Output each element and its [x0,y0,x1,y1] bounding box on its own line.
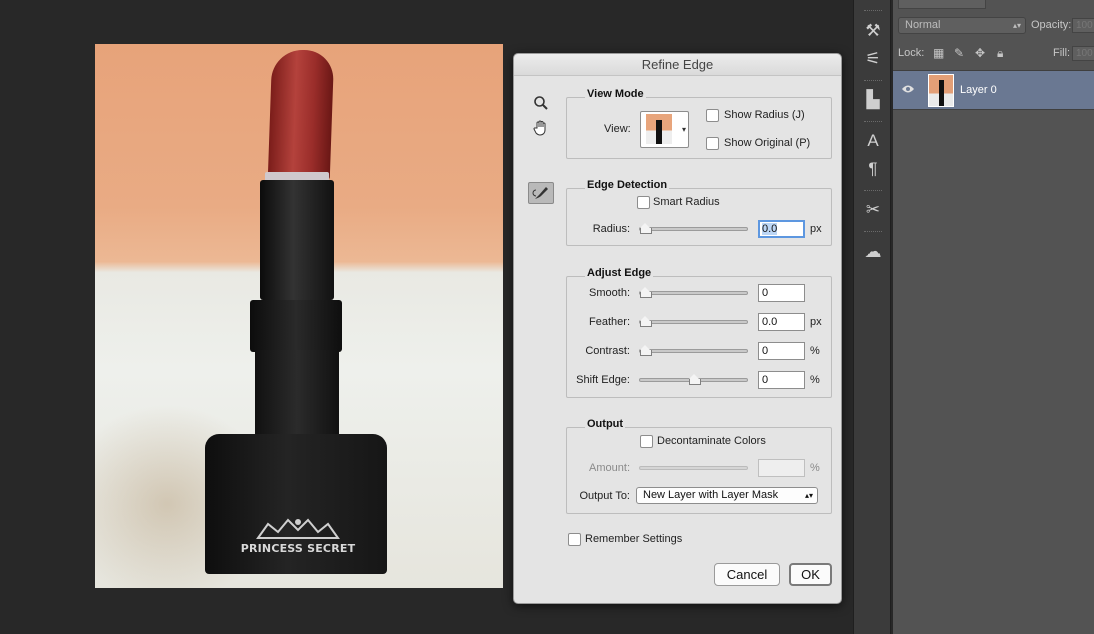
output-title: Output [585,418,626,430]
output-to-select[interactable]: New Layer with Layer Mask ▴▾ [636,487,818,504]
radius-slider[interactable] [639,223,748,234]
character-icon[interactable]: A [861,129,885,153]
panel-grip [864,10,882,12]
lock-position-icon[interactable]: ✥ [975,46,985,60]
panel-grip [864,190,882,192]
view-label: View: [604,123,631,135]
paragraph-icon[interactable]: ¶ [861,157,885,181]
refine-edge-dialog: Refine Edge View Mode View: ▾ Show Radiu… [513,53,842,604]
slider-thumb[interactable] [640,316,652,327]
blend-mode-value: Normal [905,19,941,31]
lock-image-icon[interactable]: ✎ [954,46,964,60]
tiara-logo-icon [256,518,340,539]
amount-input [758,459,805,477]
feather-input[interactable]: 0.0 [758,313,805,331]
panel-grip [864,231,882,233]
slider-thumb[interactable] [688,374,701,385]
select-arrows-icon: ▴▾ [1012,21,1021,30]
edge-detection-title: Edge Detection [585,179,670,191]
show-radius-checkbox[interactable] [706,109,719,122]
amount-label: Amount: [589,462,630,474]
amount-slider [639,466,748,470]
shift-edge-input[interactable]: 0 [758,371,805,389]
lipstick-tube [260,180,334,300]
view-thumbnail [646,114,672,144]
brush-presets-icon[interactable]: ⚒ [861,19,885,43]
feather-slider[interactable] [639,316,748,327]
brand-text: PRINCESS SECRET [240,542,356,555]
fill-input[interactable]: 100 [1072,46,1094,61]
show-original-label: Show Original (P) [724,137,811,149]
select-arrows-icon: ▴▾ [804,491,813,500]
opacity-label: Opacity: [1031,19,1072,31]
layer-name[interactable]: Layer 0 [960,84,997,96]
blend-mode-select[interactable]: Normal ▴▾ [898,17,1026,34]
panel-grip [864,80,882,82]
smart-radius-label: Smart Radius [653,196,720,208]
radius-label: Radius: [592,223,630,235]
ok-button[interactable]: OK [789,563,832,586]
zoom-tool-icon[interactable] [528,92,554,114]
adjust-edge-title: Adjust Edge [585,267,654,279]
lipstick-tube-base [255,350,339,442]
remember-settings-checkbox[interactable] [568,533,581,546]
fill-label: Fill: [1053,47,1071,59]
panel-icon-strip: ⚒ ⚟ ▙ A ¶ ✂ ☁ [853,0,891,634]
output-to-label: Output To: [579,490,630,502]
adjustments-icon[interactable]: ⚟ [861,47,885,71]
contrast-label: Contrast: [585,345,630,357]
tools-icon[interactable]: ✂ [861,198,885,222]
contrast-unit: % [810,345,820,357]
lock-label: Lock: [898,47,925,59]
radius-unit: px [810,223,822,235]
layer-filter-dropdown[interactable] [898,0,986,9]
smooth-label: Smooth: [589,287,630,299]
decontaminate-colors-checkbox[interactable] [640,435,653,448]
output-to-value: New Layer with Layer Mask [643,489,779,501]
cancel-button[interactable]: Cancel [714,563,780,586]
show-radius-label: Show Radius (J) [724,109,805,121]
clone-source-icon[interactable]: ▙ [861,88,885,112]
panel-grip [864,121,882,123]
amount-unit: % [810,462,820,474]
shift-edge-slider[interactable] [639,374,748,385]
canvas-image[interactable]: PRINCESS SECRET [95,44,503,588]
feather-unit: px [810,316,822,328]
hand-tool-icon[interactable] [528,117,554,139]
smooth-slider[interactable] [639,287,748,298]
decontaminate-colors-label: Decontaminate Colors [657,435,766,447]
shift-edge-unit: % [810,374,820,386]
dialog-title: Refine Edge [514,54,841,76]
radius-input[interactable]: 0.0 [758,220,805,238]
slider-thumb[interactable] [640,287,652,298]
contrast-input[interactable]: 0 [758,342,805,360]
layer-row[interactable]: Layer 0 [893,70,1094,110]
remember-settings-label: Remember Settings [585,533,683,545]
layers-panel: Normal ▴▾ Opacity: 100 Lock: ▦ ✎ ✥ 🔒︎ Fi… [893,0,1094,634]
radius-value: 0.0 [762,223,778,235]
smart-radius-checkbox[interactable] [637,196,650,209]
eye-icon[interactable] [902,84,914,97]
lipstick-bullet [267,50,335,180]
slider-thumb[interactable] [640,345,652,356]
chevron-down-icon: ▾ [681,125,686,134]
contrast-slider[interactable] [639,345,748,356]
lock-all-icon[interactable]: 🔒︎ [997,46,1003,61]
feather-label: Feather: [589,316,630,328]
shift-edge-label: Shift Edge: [576,374,630,386]
opacity-input[interactable]: 100 [1072,18,1094,33]
view-mode-title: View Mode [585,88,646,100]
show-original-checkbox[interactable] [706,137,719,150]
slider-thumb[interactable] [640,223,652,234]
lock-transparent-icon[interactable]: ▦ [933,46,944,60]
creative-cloud-icon[interactable]: ☁ [861,240,885,264]
smooth-input[interactable]: 0 [758,284,805,302]
refine-radius-brush-icon[interactable] [528,182,554,204]
view-mode-picker[interactable]: ▾ [640,111,689,148]
lipstick-tube-collar [250,300,342,352]
layer-thumbnail [928,74,954,107]
